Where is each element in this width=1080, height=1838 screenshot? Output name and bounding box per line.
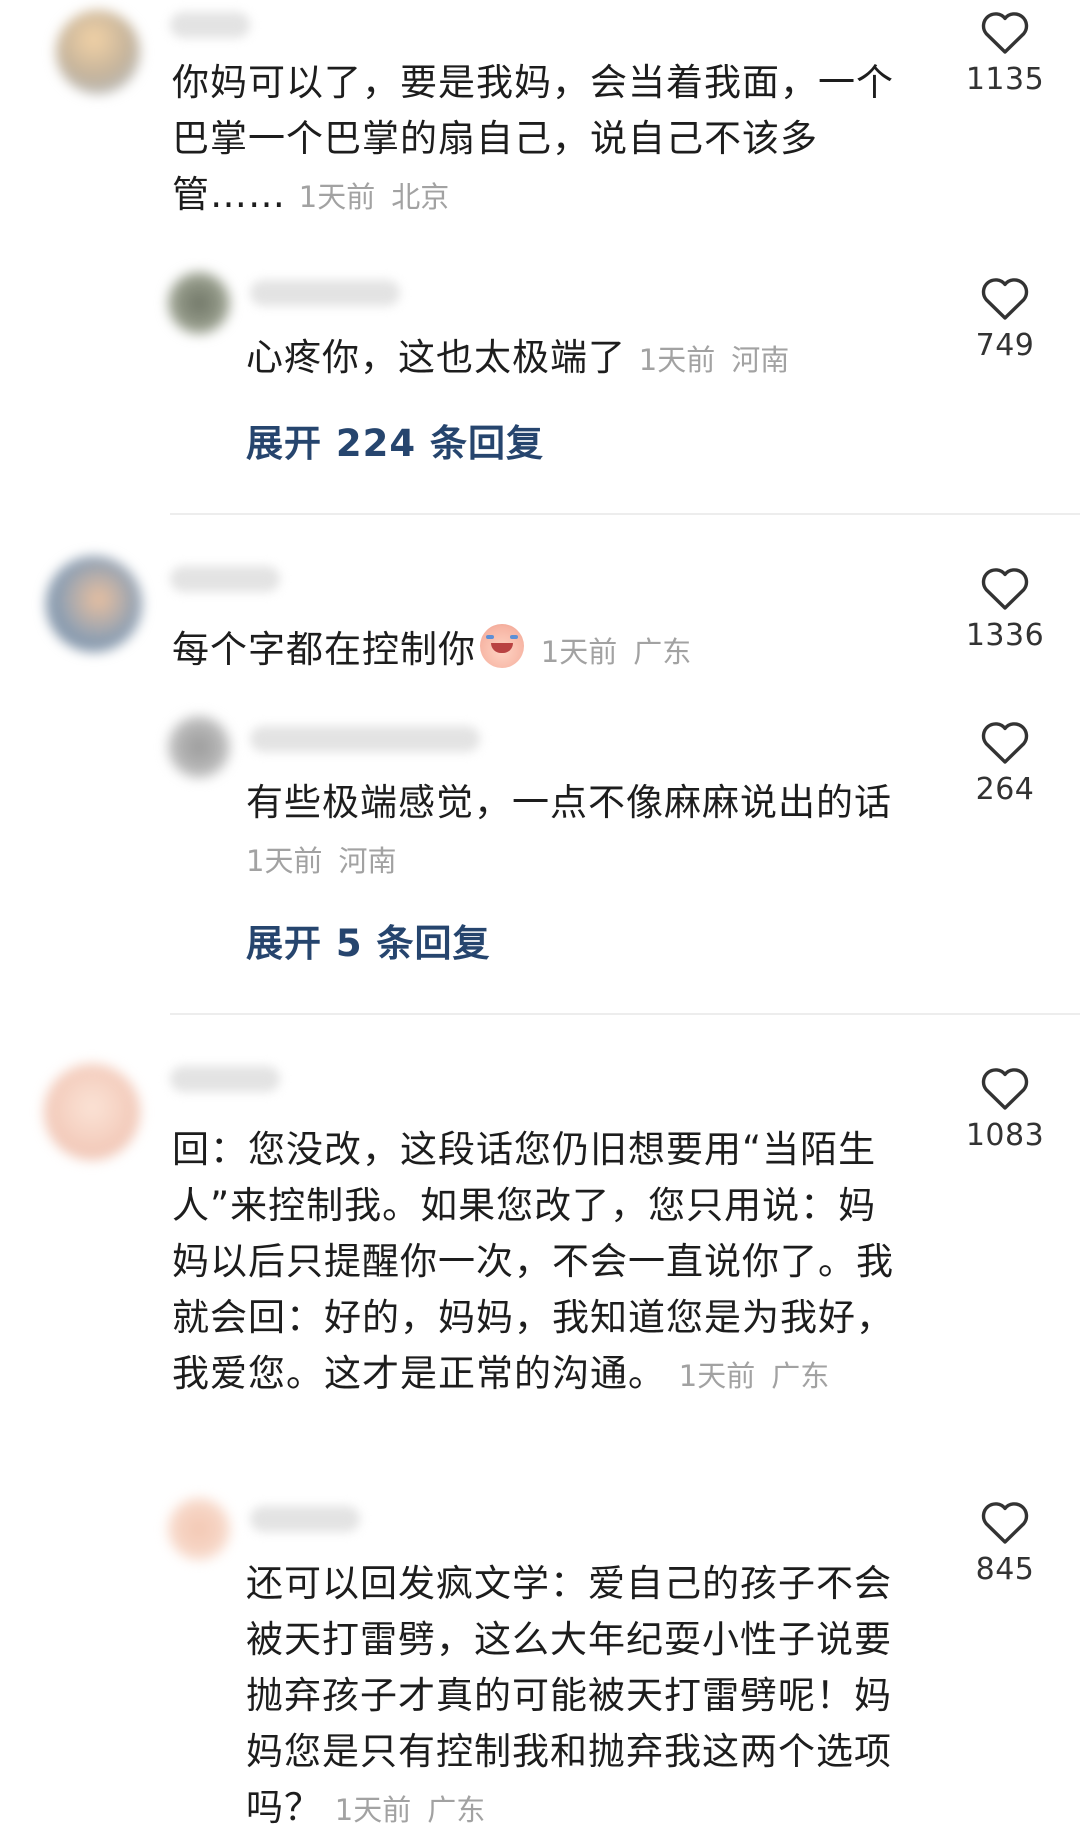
reply-body: 有些极端感觉，一点不像麻麻说出的话: [246, 781, 892, 824]
heart-outline-icon: [981, 568, 1029, 610]
comment-meta: 1天前 北京: [299, 180, 449, 214]
like-count: 264: [975, 772, 1035, 807]
comment-meta: 1天前 广东: [541, 635, 691, 669]
comment-body: 你妈可以了，要是我妈，会当着我面，一个巴掌一个巴掌的扇自己，说自己不该多管……: [172, 61, 894, 216]
comment-location: 广东: [633, 635, 692, 669]
expand-replies-link[interactable]: 展开 224 条回复: [246, 413, 544, 467]
like-button[interactable]: 749: [960, 274, 1050, 363]
reply-location: 河南: [731, 343, 790, 377]
avatar[interactable]: [56, 10, 140, 94]
comment-time: 1天前: [298, 180, 376, 214]
username-blurred[interactable]: [250, 726, 480, 752]
heart-outline-icon: [981, 278, 1029, 320]
avatar[interactable]: [46, 556, 142, 652]
like-count: 1135: [965, 62, 1045, 97]
like-button[interactable]: 1135: [960, 8, 1050, 97]
expand-replies-link[interactable]: 展开 5 条回复: [246, 913, 491, 967]
avatar[interactable]: [168, 1498, 230, 1560]
comment-text: 每个字都在控制你 1天前 广东: [172, 622, 912, 680]
username-blurred[interactable]: [170, 12, 250, 38]
crying-face-emoji: [480, 624, 524, 668]
username-blurred[interactable]: [250, 1506, 360, 1532]
avatar[interactable]: [168, 716, 230, 778]
comment-location: 北京: [391, 180, 450, 214]
username-blurred[interactable]: [170, 1066, 280, 1092]
divider: [170, 513, 1080, 515]
like-button[interactable]: 845: [960, 1498, 1050, 1587]
reply-body: 心疼你，这也太极端了: [246, 336, 626, 379]
like-count: 749: [975, 328, 1035, 363]
reply-text: 心疼你，这也太极端了 1天前 河南: [246, 330, 916, 388]
comment-time: 1天前: [540, 635, 618, 669]
reply-time: 1天前: [638, 343, 716, 377]
reply-location: 广东: [427, 1793, 486, 1827]
like-count: 1336: [965, 618, 1045, 653]
reply-meta: 1天前 广东: [335, 1793, 485, 1827]
like-button[interactable]: 1336: [960, 564, 1050, 653]
divider: [170, 1013, 1080, 1015]
username-blurred[interactable]: [250, 280, 400, 306]
reply-text: 有些极端感觉，一点不像麻麻说出的话 1天前 河南: [246, 775, 916, 889]
like-button[interactable]: 1083: [960, 1064, 1050, 1153]
heart-outline-icon: [981, 12, 1029, 54]
comment-text: 回：您没改，这段话您仍旧想要用“当陌生人”来控制我。如果您改了，您只用说：妈妈以…: [172, 1122, 912, 1404]
reply-text: 还可以回发疯文学：爱自己的孩子不会被天打雷劈，这么大年纪耍小性子说要抛弃孩子才真…: [246, 1556, 916, 1838]
reply-body: 还可以回发疯文学：爱自己的孩子不会被天打雷劈，这么大年纪耍小性子说要抛弃孩子才真…: [246, 1562, 892, 1829]
comment-body: 回：您没改，这段话您仍旧想要用“当陌生人”来控制我。如果您改了，您只用说：妈妈以…: [172, 1128, 894, 1395]
comment-location: 广东: [771, 1359, 830, 1393]
avatar[interactable]: [168, 272, 230, 334]
avatar[interactable]: [44, 1064, 140, 1160]
comment-body: 每个字都在控制你: [172, 628, 476, 671]
heart-outline-icon: [981, 1502, 1029, 1544]
comment-time: 1天前: [678, 1359, 756, 1393]
reply-location: 河南: [338, 844, 397, 878]
reply-meta: 1天前 河南: [639, 343, 789, 377]
reply-time: 1天前: [334, 1793, 412, 1827]
heart-outline-icon: [981, 722, 1029, 764]
like-button[interactable]: 264: [960, 718, 1050, 807]
like-count: 845: [975, 1552, 1035, 1587]
reply-time: 1天前: [246, 844, 323, 878]
comment-meta: 1天前 广东: [679, 1359, 829, 1393]
like-count: 1083: [965, 1118, 1045, 1153]
heart-outline-icon: [981, 1068, 1029, 1110]
reply-meta: 1天前 河南: [246, 844, 396, 878]
username-blurred[interactable]: [170, 566, 280, 592]
comment-text: 你妈可以了，要是我妈，会当着我面，一个巴掌一个巴掌的扇自己，说自己不该多管…… …: [172, 55, 912, 225]
